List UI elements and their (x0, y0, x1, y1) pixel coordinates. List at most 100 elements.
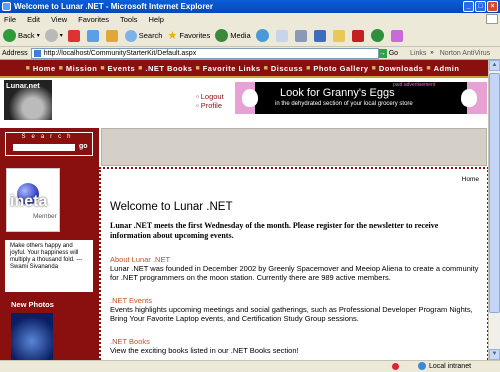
site-header: Lunar.net Logout Profile paid advertisem… (0, 78, 488, 126)
media-label: Media (230, 31, 251, 40)
menu-view[interactable]: View (51, 15, 67, 24)
nav-photo-gallery[interactable]: Photo Gallery (313, 64, 368, 73)
menu-edit[interactable]: Edit (27, 15, 40, 24)
menu-file[interactable]: File (4, 15, 16, 24)
nav-net-books[interactable]: .NET Books (145, 64, 192, 73)
nav-mission[interactable]: Mission (66, 64, 97, 73)
discuss-button[interactable] (332, 29, 347, 42)
minimize-button[interactable]: _ (463, 1, 474, 12)
mail-button[interactable] (275, 29, 290, 42)
links-label[interactable]: Links (410, 50, 426, 57)
ad-tag: paid advertisement (393, 82, 436, 88)
search-box: Search go (5, 132, 93, 156)
messenger-icon (370, 29, 384, 42)
nav-discuss[interactable]: Discuss (271, 64, 303, 73)
ineta-logo-text: ineta (10, 193, 48, 210)
page-icon (33, 49, 41, 57)
sidebar: Search go ineta Member Make others happy… (0, 128, 99, 360)
logo-text: Lunar.net (6, 81, 40, 90)
ineta-badge[interactable]: ineta Member (6, 168, 60, 232)
history-button[interactable] (255, 29, 271, 42)
menu-favorites[interactable]: Favorites (78, 15, 109, 24)
address-label: Address (2, 49, 28, 57)
search-go-button[interactable]: go (79, 143, 88, 150)
links-chevron-icon[interactable]: » (430, 50, 433, 56)
menu-help[interactable]: Help (149, 15, 164, 24)
back-button[interactable]: Back ▾ (3, 29, 40, 42)
scroll-up-button[interactable]: ▲ (489, 60, 500, 71)
messenger-button[interactable] (370, 29, 386, 42)
search-input[interactable] (13, 144, 75, 151)
maximize-button[interactable]: □ (475, 1, 486, 12)
research-button[interactable] (390, 29, 405, 42)
norton-antivirus-label[interactable]: Norton AntiVirus (440, 50, 490, 57)
intranet-globe-icon (418, 362, 426, 370)
favorites-label: Favorites (179, 31, 211, 40)
nav-admin[interactable]: Admin (434, 64, 460, 73)
ad-headline: Look for Granny's Eggs (280, 87, 395, 99)
forward-dropdown-icon[interactable]: ▾ (60, 32, 63, 39)
site-nav: ■ Home ■ Mission ■ Events ■ .NET Books ■… (0, 60, 488, 78)
print-button[interactable] (294, 29, 309, 42)
nav-favorite-links[interactable]: Favorite Links (203, 64, 261, 73)
menu-tools[interactable]: Tools (120, 15, 138, 24)
section-events-link[interactable]: .NET Events (110, 296, 480, 305)
section-books-link[interactable]: .NET Books (110, 337, 480, 346)
norton-button[interactable] (351, 29, 366, 42)
section-about-text: Lunar .NET was founded in December 2002 … (110, 264, 479, 282)
edit-icon (313, 29, 326, 42)
user-links: Logout Profile (196, 92, 224, 110)
ad-banner[interactable]: paid advertisement Look for Granny's Egg… (235, 82, 487, 114)
page-viewport: ■ Home ■ Mission ■ Events ■ .NET Books ■… (0, 60, 488, 360)
go-button[interactable]: → Go (377, 48, 399, 58)
close-button[interactable]: × (487, 1, 498, 12)
search-button[interactable]: Search (124, 29, 163, 42)
nav-bullet: ■ (25, 64, 30, 72)
status-bar: Local intranet (0, 360, 500, 372)
norton-shield-icon (351, 29, 364, 42)
nav-bullet: ■ (306, 64, 311, 72)
history-icon (255, 29, 269, 42)
ineta-member-label: Member (33, 213, 57, 220)
stop-button[interactable] (67, 29, 82, 42)
section-about-link[interactable]: About Lunar .NET (110, 255, 480, 264)
nav-downloads[interactable]: Downloads (379, 64, 424, 73)
nav-bullet: ■ (138, 64, 143, 72)
new-photos-title: New Photos (11, 300, 54, 309)
address-input[interactable]: http://localhost/CommunityStarterKit/Def… (30, 47, 379, 59)
new-photo-thumbnail[interactable] (11, 313, 53, 360)
back-dropdown-icon[interactable]: ▾ (37, 32, 40, 39)
address-bar: Address http://localhost/CommunityStarte… (0, 47, 500, 60)
edit-button[interactable] (313, 29, 328, 42)
media-icon (215, 29, 229, 42)
nav-home[interactable]: Home (33, 64, 56, 73)
content-header-band (101, 128, 487, 166)
forward-arrow-icon (44, 29, 58, 42)
star-icon: ★ (167, 30, 178, 42)
forward-button[interactable]: ▾ (44, 29, 63, 42)
search-box-label: Search (21, 134, 77, 140)
profile-link[interactable]: Profile (196, 101, 224, 110)
vertical-scrollbar[interactable]: ▲ ▼ (488, 60, 500, 360)
nav-bullet: ■ (195, 64, 200, 72)
back-arrow-icon (3, 29, 16, 42)
site-logo[interactable]: Lunar.net (4, 80, 52, 120)
page-title: Welcome to Lunar .NET (110, 201, 233, 213)
favorites-button[interactable]: ★ Favorites (167, 29, 210, 42)
scroll-thumb[interactable] (489, 73, 500, 313)
back-label: Back (18, 31, 35, 40)
logout-link[interactable]: Logout (196, 92, 224, 101)
home-button[interactable] (105, 29, 120, 42)
go-label: Go (388, 49, 399, 57)
window-controls: _ □ × (463, 1, 498, 12)
breadcrumb-home-link[interactable]: Home (462, 176, 479, 183)
section-books-text: View the exciting books listed in our .N… (110, 346, 299, 355)
refresh-button[interactable] (86, 29, 101, 42)
window-titlebar: Welcome to Lunar .NET - Microsoft Intern… (0, 0, 500, 13)
scroll-down-button[interactable]: ▼ (489, 349, 500, 360)
nav-events[interactable]: Events (108, 64, 136, 73)
content-frame: Home Welcome to Lunar .NET Lunar .NET me… (99, 167, 488, 360)
media-button[interactable]: Media (215, 29, 251, 42)
search-label: Search (138, 31, 163, 40)
egg-icon (461, 89, 477, 107)
